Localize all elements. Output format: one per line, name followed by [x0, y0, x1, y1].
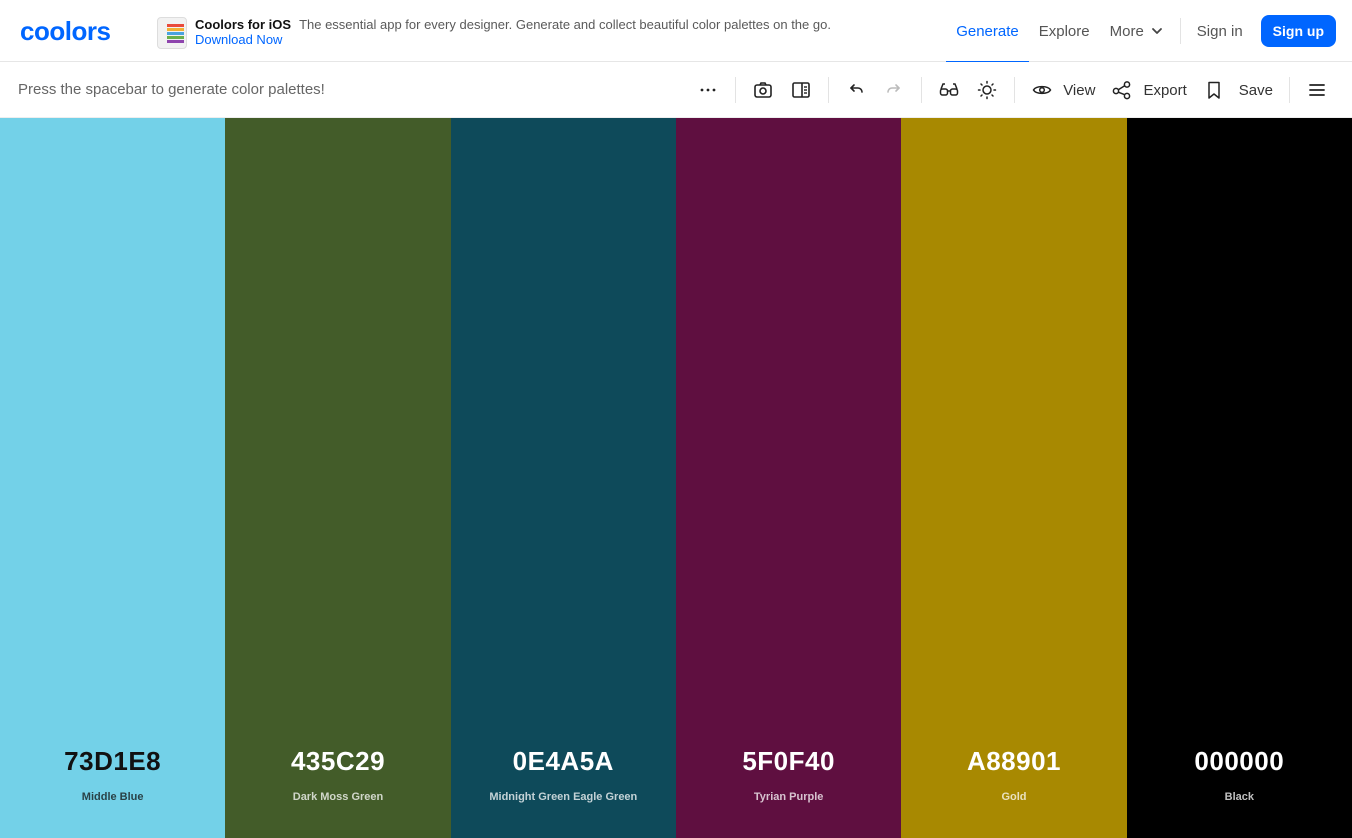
save-label: Save: [1238, 81, 1273, 99]
toolbar-divider: [828, 77, 830, 103]
sign-in-link[interactable]: Sign in: [1187, 0, 1253, 62]
toolbar-divider: [735, 77, 737, 103]
color-swatch[interactable]: 0E4A5A Midnight Green Eagle Green: [450, 118, 676, 838]
promo-description: The essential app for every designer. Ge…: [299, 17, 831, 32]
spacebar-hint: Press the spacebar to generate color pal…: [18, 81, 325, 98]
menu-icon: [1309, 84, 1325, 96]
swatch-color-name[interactable]: Dark Moss Green: [225, 791, 450, 803]
sign-up-button[interactable]: Sign up: [1260, 15, 1336, 47]
color-palette: 73D1E8 Middle Blue 435C29 Dark Moss Gree…: [0, 118, 1352, 838]
swatch-color-name[interactable]: Middle Blue: [0, 791, 225, 803]
promo-title: Coolors for iOS: [195, 17, 292, 32]
more-options-icon: [700, 88, 716, 92]
share-icon: [1113, 81, 1131, 100]
ios-app-thumbnail-icon: [157, 17, 187, 49]
nav-explore-label: Explore: [1038, 22, 1090, 40]
save-button[interactable]: Save: [1195, 62, 1281, 118]
export-label: Export: [1143, 81, 1187, 99]
eye-icon: [1032, 85, 1052, 95]
swatch-hex-code[interactable]: 435C29: [225, 746, 450, 777]
color-swatch[interactable]: 435C29 Dark Moss Green: [225, 118, 451, 838]
swatch-color-name[interactable]: Midnight Green Eagle Green: [451, 791, 676, 803]
color-blindness-button[interactable]: [930, 62, 968, 118]
download-now-link[interactable]: Download Now: [195, 32, 831, 47]
sun-icon: [977, 80, 997, 100]
view-label: View: [1063, 81, 1096, 99]
toolbar-divider: [1014, 77, 1016, 103]
color-swatch[interactable]: 5F0F40 Tyrian Purple: [675, 118, 902, 838]
toolbar-divider: [921, 77, 923, 103]
menu-button[interactable]: [1298, 62, 1336, 118]
more-options-button[interactable]: [689, 62, 727, 118]
redo-button[interactable]: [875, 62, 913, 118]
toggle-panel-button[interactable]: [782, 62, 820, 118]
nav-generate-label: Generate: [956, 22, 1019, 40]
logo-text: coolors: [20, 16, 110, 46]
nav-more[interactable]: More: [1100, 0, 1174, 62]
swatch-hex-code[interactable]: 73D1E8: [0, 746, 225, 777]
export-button[interactable]: Export: [1103, 62, 1194, 118]
swatch-color-name[interactable]: Black: [1127, 791, 1352, 803]
screenshot-button[interactable]: [744, 62, 782, 118]
chevron-down-icon: [1151, 28, 1162, 34]
toolbar-divider: [1289, 77, 1290, 103]
view-button[interactable]: View: [1023, 62, 1103, 118]
bookmark-icon: [1208, 81, 1220, 99]
coolors-logo[interactable]: coolors: [20, 16, 132, 46]
nav-explore[interactable]: Explore: [1029, 0, 1100, 62]
undo-icon: [850, 84, 863, 93]
top-navigation: coolors Coolors for iOS The essential ap…: [0, 0, 1352, 63]
undo-button[interactable]: [837, 62, 875, 118]
sidebar-panel-icon: [792, 82, 810, 98]
swatch-color-name[interactable]: Tyrian Purple: [676, 791, 901, 803]
swatch-hex-code[interactable]: 0E4A5A: [451, 746, 676, 777]
palette-toolbar: Press the spacebar to generate color pal…: [0, 62, 1352, 118]
color-swatch[interactable]: 73D1E8 Middle Blue: [0, 118, 226, 838]
nav-more-label: More: [1109, 22, 1144, 40]
color-swatch[interactable]: 000000 Black: [1126, 118, 1352, 838]
swatch-hex-code[interactable]: 000000: [1127, 746, 1352, 777]
ios-promo: Coolors for iOS The essential app for ev…: [157, 17, 831, 49]
swatch-hex-code[interactable]: 5F0F40: [676, 746, 901, 777]
glasses-icon: [939, 83, 959, 96]
redo-icon: [887, 84, 900, 93]
camera-icon: [754, 82, 772, 98]
sign-in-label: Sign in: [1196, 22, 1243, 40]
nav-divider: [1179, 18, 1181, 44]
color-swatch[interactable]: A88901 Gold: [901, 118, 1127, 838]
adjust-palette-button[interactable]: [968, 62, 1006, 118]
nav-generate[interactable]: Generate: [946, 0, 1029, 63]
swatch-color-name[interactable]: Gold: [901, 791, 1126, 803]
swatch-hex-code[interactable]: A88901: [901, 746, 1126, 777]
